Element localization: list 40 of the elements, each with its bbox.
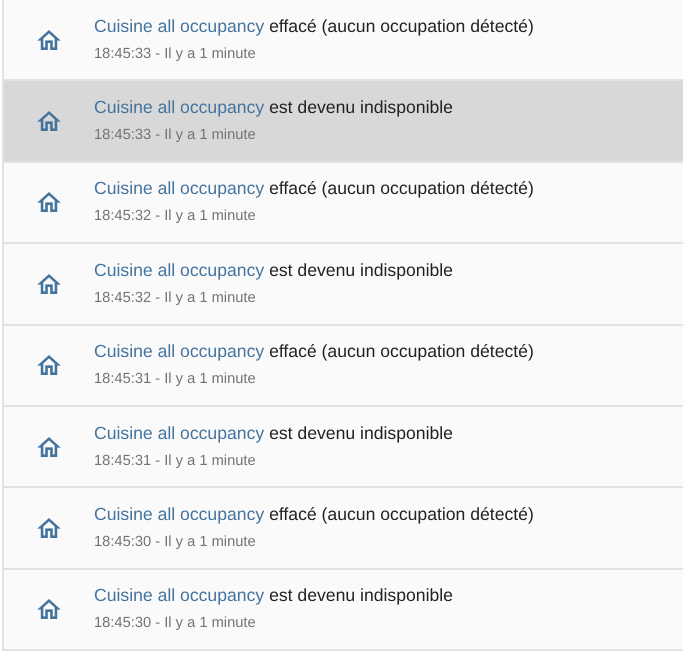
log-entry[interactable]: Cuisine all occupancy est devenu indisponible 18:45:30 - Il y a 1 minute [4, 570, 683, 651]
event-message: Cuisine all occupancy effacé (aucun occupation détecté) [94, 341, 534, 362]
entity-link[interactable]: Cuisine all occupancy [94, 504, 264, 524]
home-icon [36, 518, 60, 538]
event-time: 18:45:33 - Il y a 1 minute [94, 126, 257, 144]
event-time: 18:45:31 - Il y a 1 minute [94, 370, 257, 388]
entity-link[interactable]: Cuisine all occupancy [94, 178, 264, 198]
event-message: Cuisine all occupancy est devenu indisponible [94, 422, 453, 444]
home-icon [36, 192, 60, 212]
event-time: 18:45:30 - Il y a 1 minute [94, 614, 257, 632]
event-message: Cuisine all occupancy effacé (aucun occupation détecté) [94, 504, 534, 526]
home-icon [36, 599, 60, 620]
entity-link[interactable]: Cuisine all occupancy [94, 260, 264, 280]
event-message: Cuisine all occupancy est devenu indisponible [94, 260, 453, 281]
entity-link[interactable]: Cuisine all occupancy [94, 585, 264, 606]
event-message: Cuisine all occupancy effacé (aucun occupation détecté) [94, 16, 534, 37]
home-icon [36, 30, 60, 50]
event-time: 18:45:30 - Il y a 1 minute [94, 533, 257, 552]
event-message: Cuisine all occupancy est devenu indisponible [94, 585, 453, 606]
event-time: 18:45:32 - Il y a 1 minute [94, 207, 257, 226]
log-entry[interactable]: Cuisine all occupancy est devenu indisponible 18:45:32 - Il y a 1 minute [4, 244, 683, 326]
home-icon [36, 355, 60, 376]
log-entry[interactable]: Cuisine all occupancy effacé (aucun occupation détecté) 18:45:30 - Il y a 1 minute [4, 488, 683, 570]
home-icon [36, 274, 60, 294]
log-entry[interactable]: Cuisine all occupancy effacé (aucun occupation détecté) 18:45:32 - Il y a 1 minute [4, 162, 683, 244]
event-time: 18:45:31 - Il y a 1 minute [94, 452, 257, 470]
home-icon [36, 436, 60, 457]
log-entry[interactable]: Cuisine all occupancy effacé (aucun occupation détecté) 18:45:31 - Il y a 1 minute [4, 326, 683, 407]
log-entry[interactable]: Cuisine all occupancy est devenu indisponible 18:45:31 - Il y a 1 minute [4, 406, 683, 488]
log-entry[interactable]: Cuisine all occupancy est devenu indisponible 18:45:33 - Il y a 1 minute [4, 81, 683, 163]
entity-link[interactable]: Cuisine all occupancy [94, 97, 264, 118]
entity-link[interactable]: Cuisine all occupancy [94, 422, 264, 443]
event-message: Cuisine all occupancy effacé (aucun occupation détecté) [94, 178, 534, 200]
event-message: Cuisine all occupancy est devenu indisponible [94, 97, 453, 118]
home-icon [36, 111, 60, 132]
event-time: 18:45:33 - Il y a 1 minute [94, 44, 257, 63]
event-time: 18:45:32 - Il y a 1 minute [94, 288, 257, 307]
entity-link[interactable]: Cuisine all occupancy [94, 16, 264, 36]
entity-link[interactable]: Cuisine all occupancy [94, 341, 264, 362]
log-entry[interactable]: Cuisine all occupancy effacé (aucun occupation détecté) 18:45:33 - Il y a 1 minute [4, 0, 683, 82]
